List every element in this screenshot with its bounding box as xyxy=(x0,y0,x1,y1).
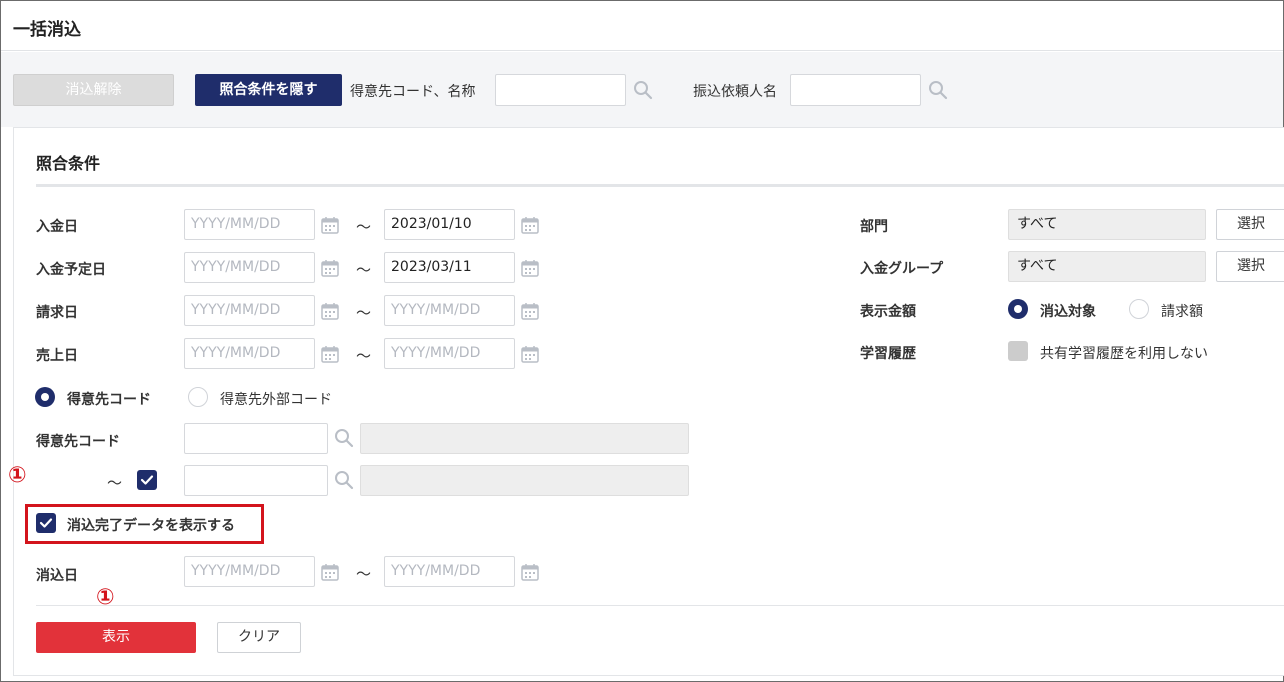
code-type-external-radio[interactable] xyxy=(188,387,208,407)
date-to-input[interactable]: 2023/03/11 xyxy=(384,252,515,283)
date-row-label: 売上日 xyxy=(36,348,78,364)
check-icon xyxy=(39,518,53,528)
code-type-external-label: 得意先外部コード xyxy=(220,392,332,408)
range-separator: ～ xyxy=(356,565,372,583)
range-separator: ～ xyxy=(356,218,372,236)
calendar-icon[interactable] xyxy=(521,345,539,363)
customer-code-label: 得意先コード xyxy=(36,434,120,450)
search-icon[interactable] xyxy=(928,80,948,100)
date-row-label: 入金日 xyxy=(36,219,78,235)
clear-button[interactable]: クリア xyxy=(217,622,301,653)
amount-target-radio[interactable] xyxy=(1008,299,1028,319)
show-cleared-label: 消込完了データを表示する xyxy=(67,518,235,534)
department-field: すべて xyxy=(1008,209,1206,240)
toolbar: 消込解除 照合条件を隠す 得意先コード、名称 振込依頼人名 xyxy=(1,52,1283,127)
learning-history-label: 学習履歴 xyxy=(860,346,916,362)
calendar-icon[interactable] xyxy=(521,302,539,320)
calendar-icon[interactable] xyxy=(321,302,339,320)
calendar-icon[interactable] xyxy=(321,563,339,581)
range-separator: ～ xyxy=(356,304,372,322)
conditions-title: 照合条件 xyxy=(36,154,101,173)
amount-invoice-radio[interactable] xyxy=(1129,299,1149,319)
calendar-icon[interactable] xyxy=(321,216,339,234)
amount-invoice-label: 請求額 xyxy=(1161,304,1203,320)
customer-code-from-input[interactable] xyxy=(184,423,328,454)
deposit-group-select-button[interactable]: 選択 xyxy=(1216,251,1284,282)
date-from-input[interactable]: YYYY/MM/DD xyxy=(184,338,315,369)
calendar-icon[interactable] xyxy=(321,345,339,363)
unclear-button[interactable]: 消込解除 xyxy=(13,74,174,106)
toggle-conditions-button[interactable]: 照合条件を隠す xyxy=(195,74,342,106)
annotation-marker: ① xyxy=(8,463,27,488)
calendar-icon[interactable] xyxy=(321,259,339,277)
date-from-input[interactable]: YYYY/MM/DD xyxy=(184,252,315,283)
customer-code-range-checkbox[interactable] xyxy=(137,470,157,490)
date-to-input[interactable]: 2023/01/10 xyxy=(384,209,515,240)
learning-history-option-label: 共有学習履歴を利用しない xyxy=(1040,346,1208,362)
transferer-search-input[interactable] xyxy=(790,74,921,106)
title-bar: 一括消込 xyxy=(1,1,1283,51)
customer-name-to-field xyxy=(360,465,689,496)
show-button[interactable]: 表示 xyxy=(36,622,196,653)
search-icon[interactable] xyxy=(334,428,354,448)
amount-target-label: 消込対象 xyxy=(1040,304,1096,320)
deposit-group-label: 入金グループ xyxy=(860,261,944,277)
date-from-input[interactable]: YYYY/MM/DD xyxy=(184,209,315,240)
page-title: 一括消込 xyxy=(13,20,81,40)
search-icon[interactable] xyxy=(334,470,354,490)
deposit-group-field: すべて xyxy=(1008,251,1206,282)
date-row-label: 請求日 xyxy=(36,305,78,321)
range-separator: ～ xyxy=(356,261,372,279)
range-separator: ～ xyxy=(107,474,123,492)
title-divider xyxy=(36,184,1284,187)
annotation-marker: ① xyxy=(96,585,115,610)
customer-name-from-field xyxy=(360,423,689,454)
display-amount-label: 表示金額 xyxy=(860,304,916,320)
action-divider xyxy=(36,605,1284,606)
customer-search-label: 得意先コード、名称 xyxy=(350,84,476,100)
learning-history-checkbox[interactable] xyxy=(1008,341,1028,361)
date-from-input[interactable]: YYYY/MM/DD xyxy=(184,295,315,326)
range-separator: ～ xyxy=(356,347,372,365)
check-icon xyxy=(140,475,154,485)
clear-date-to-input[interactable]: YYYY/MM/DD xyxy=(384,556,515,587)
calendar-icon[interactable] xyxy=(521,216,539,234)
show-cleared-checkbox[interactable] xyxy=(36,513,56,533)
transferer-search-label: 振込依頼人名 xyxy=(693,84,777,100)
clear-date-from-input[interactable]: YYYY/MM/DD xyxy=(184,556,315,587)
customer-code-to-input[interactable] xyxy=(184,465,328,496)
search-icon[interactable] xyxy=(633,80,653,100)
department-label: 部門 xyxy=(860,219,888,235)
clear-date-label: 消込日 xyxy=(36,568,78,584)
code-type-customer-label: 得意先コード xyxy=(67,392,151,408)
date-to-input[interactable]: YYYY/MM/DD xyxy=(384,295,515,326)
date-row-label: 入金予定日 xyxy=(36,262,106,278)
calendar-icon[interactable] xyxy=(521,563,539,581)
code-type-customer-radio[interactable] xyxy=(35,387,55,407)
date-to-input[interactable]: YYYY/MM/DD xyxy=(384,338,515,369)
calendar-icon[interactable] xyxy=(521,259,539,277)
department-select-button[interactable]: 選択 xyxy=(1216,209,1284,240)
customer-search-input[interactable] xyxy=(495,74,626,106)
